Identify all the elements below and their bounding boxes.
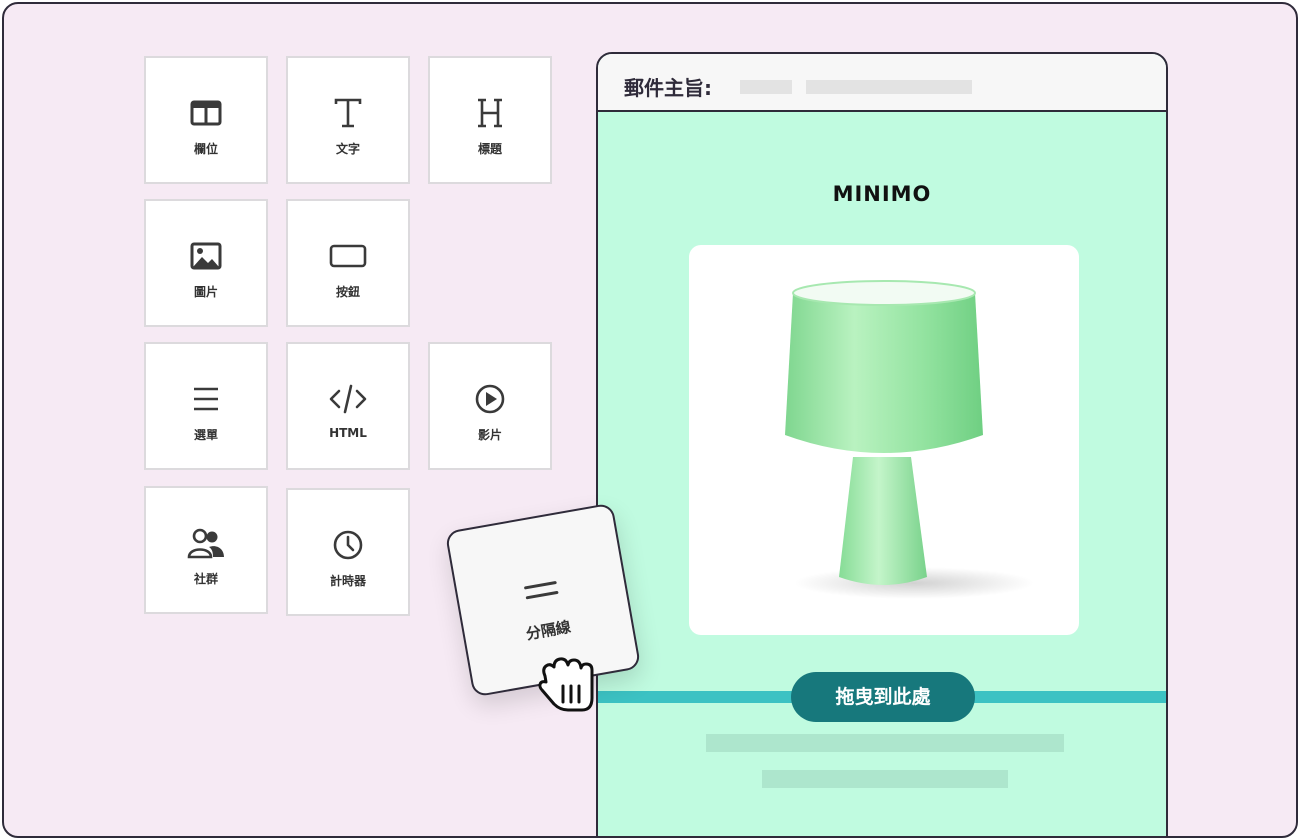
text-placeholder — [706, 734, 1064, 752]
block-tile-label: 圖片 — [193, 285, 218, 299]
block-tile-label: 計時器 — [329, 574, 366, 588]
subject-placeholder[interactable] — [806, 80, 972, 94]
drop-here-label[interactable]: 拖曳到此處 — [791, 672, 975, 722]
block-tile-image[interactable]: 圖片 — [144, 199, 268, 327]
menu-icon — [146, 382, 266, 416]
app-frame: 欄位 文字 標題 圖片 按鈕 選單 HTML 影片 社群 計時器 郵件主旨: M… — [2, 2, 1298, 838]
subject-label: 郵件主旨: — [624, 76, 712, 100]
block-tile-button[interactable]: 按鈕 — [286, 199, 410, 327]
block-tile-label: 社群 — [193, 572, 218, 586]
columns-icon — [146, 96, 266, 130]
block-tile-label: 標題 — [477, 142, 502, 156]
block-tile-columns[interactable]: 欄位 — [144, 56, 268, 184]
text-placeholder — [762, 770, 1008, 788]
play-icon — [430, 382, 550, 416]
block-tile-label: 選單 — [193, 428, 218, 442]
subject-placeholder[interactable] — [740, 80, 792, 94]
block-tile-text[interactable]: 文字 — [286, 56, 410, 184]
email-header: 郵件主旨: — [598, 54, 1166, 112]
text-icon — [288, 96, 408, 130]
block-tile-menu[interactable]: 選單 — [144, 342, 268, 470]
block-tile-heading[interactable]: 標題 — [428, 56, 552, 184]
block-tile-label: 影片 — [477, 428, 502, 442]
brand-logo: MINIMO — [832, 182, 932, 206]
block-tile-social[interactable]: 社群 — [144, 486, 268, 614]
block-tile-timer[interactable]: 計時器 — [286, 488, 410, 616]
users-icon — [146, 526, 266, 560]
block-tile-html[interactable]: HTML — [286, 342, 410, 470]
clock-icon — [288, 528, 408, 562]
block-tile-label: HTML — [329, 426, 367, 440]
image-icon — [146, 239, 266, 273]
email-preview: 郵件主旨: MINIMO 拖曳到此處 — [596, 52, 1168, 836]
block-tile-label: 欄位 — [193, 142, 218, 156]
product-image — [689, 245, 1079, 635]
block-tile-label: 文字 — [335, 142, 360, 156]
block-tile-label: 按鈕 — [335, 285, 360, 299]
grab-cursor-icon — [532, 654, 600, 714]
code-icon — [288, 382, 408, 416]
heading-icon — [430, 96, 550, 130]
button-icon — [288, 239, 408, 273]
block-tile-video[interactable]: 影片 — [428, 342, 552, 470]
